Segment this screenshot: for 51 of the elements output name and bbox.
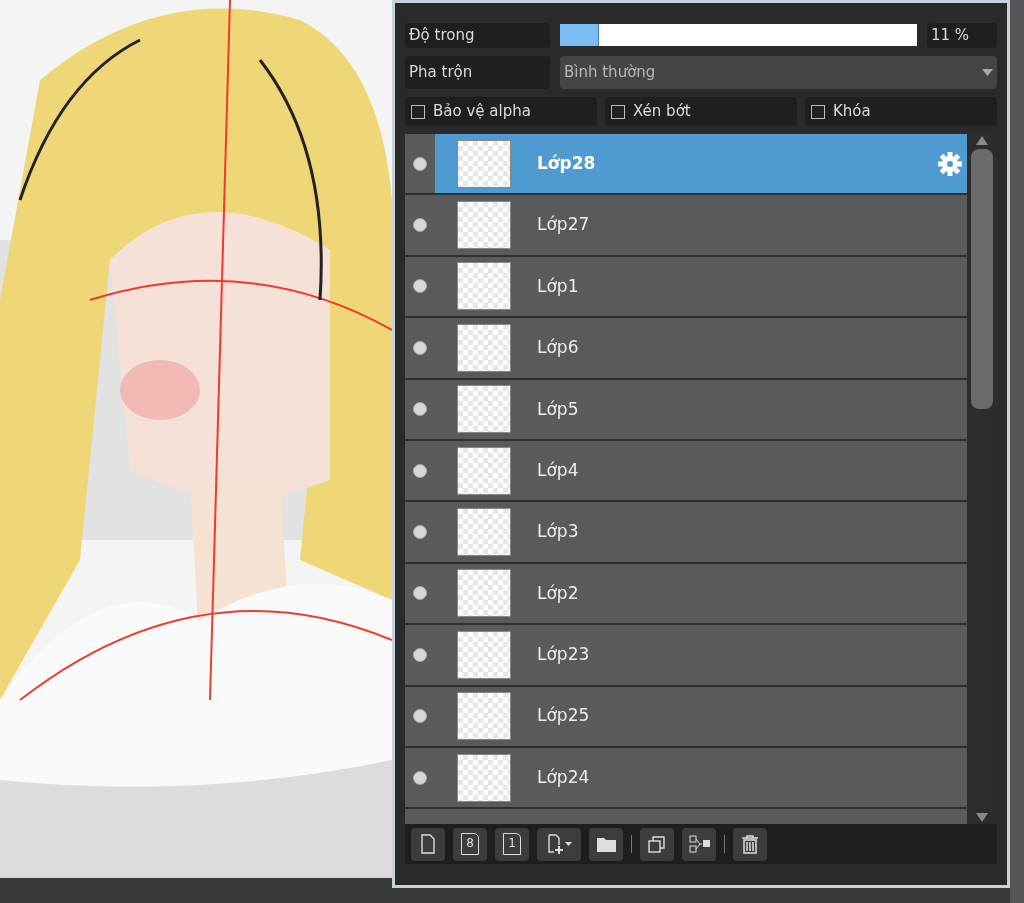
scroll-down-icon[interactable]	[976, 813, 988, 822]
caret-icon	[982, 69, 993, 76]
layer-name: Lớp5	[537, 397, 580, 421]
layer-thumbnail	[457, 201, 511, 250]
layer-name: Lớp3	[537, 520, 580, 544]
blend-dropdown[interactable]: Bình thường	[560, 56, 997, 89]
layer-thumbnail	[457, 262, 511, 311]
merge-icon	[688, 833, 710, 855]
opacity-label: Độ trong	[405, 23, 550, 48]
layer-thumbnail	[457, 508, 511, 557]
new-layer-button[interactable]	[411, 827, 445, 861]
opacity-slider[interactable]	[560, 24, 917, 46]
blend-label: Pha trộn	[405, 56, 550, 89]
layer-thumbnail	[457, 630, 511, 679]
folder-button[interactable]	[589, 827, 623, 861]
add-layer-icon	[545, 833, 573, 855]
add-layer-button[interactable]	[537, 827, 581, 861]
layer-name: Lớp1	[537, 274, 580, 298]
checkbox-box[interactable]	[411, 104, 425, 119]
layer-thumbnail	[457, 446, 511, 495]
layer-row[interactable]: Lớp28	[405, 134, 967, 196]
opacity-value: 11 %	[927, 23, 997, 48]
layer-thumbnail	[457, 385, 511, 434]
layer-thumbnail	[457, 323, 511, 372]
layer-name: Lớp27	[537, 213, 591, 237]
layer-name: Lớp23	[537, 643, 591, 667]
layer-thumbnail	[457, 753, 511, 802]
layer-name: Lớp2	[537, 581, 580, 605]
scroll-up-icon[interactable]	[976, 136, 988, 145]
option-checkbox[interactable]: Bảo vệ alpha	[405, 97, 597, 126]
layer-name: Lớp28	[537, 151, 597, 175]
trash-icon	[739, 833, 761, 855]
layer-name: Lớp24	[537, 765, 591, 789]
checkbox-box[interactable]	[811, 104, 825, 119]
trash-button[interactable]	[733, 827, 767, 861]
layer-name: Lớp25	[537, 704, 591, 728]
layer-name: Lớp4	[537, 458, 580, 482]
merge-button[interactable]	[682, 827, 716, 861]
layer-type-button[interactable]: 8	[453, 827, 487, 861]
layer-thumbnail	[457, 692, 511, 741]
duplicate-icon	[646, 833, 668, 855]
scroll-thumb[interactable]	[971, 149, 993, 409]
option-checkbox[interactable]: Xén bớt	[605, 97, 797, 126]
checkbox-box[interactable]	[611, 104, 625, 119]
layer-thumbnail	[457, 569, 511, 618]
option-checkbox[interactable]: Khóa	[805, 97, 997, 126]
settings-icon[interactable]	[937, 150, 963, 177]
layer-type-button[interactable]: 1	[495, 827, 529, 861]
duplicate-button[interactable]	[640, 827, 674, 861]
layer-name: Lớp6	[537, 336, 580, 360]
layer-thumbnail	[457, 139, 511, 188]
